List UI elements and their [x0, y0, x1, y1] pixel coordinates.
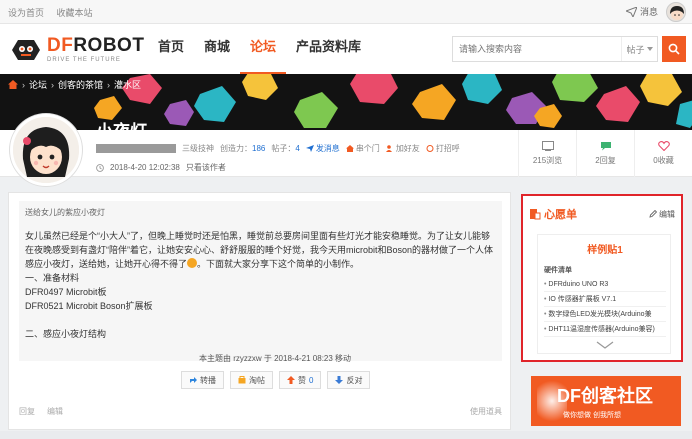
arrow-up-icon [287, 376, 295, 384]
breadcrumb-water-area[interactable]: 灌水区 [114, 78, 141, 91]
post-time: 2018-4-20 12:02:38 [110, 163, 180, 172]
user-avatar[interactable] [666, 2, 686, 22]
comment-icon [600, 142, 611, 151]
main-nav: 首页 商城 论坛 产品资料库 [148, 24, 371, 74]
wishlist-icon [530, 209, 541, 220]
post-text: 女儿虽然已经是个“小大人”了，但晚上睡觉时还是怕黑，睡觉前总要房间里面有些灯光才… [25, 231, 494, 339]
robot-logo-icon [12, 39, 40, 60]
nav-product-library[interactable]: 产品资料库 [286, 24, 371, 74]
search-button[interactable] [662, 36, 686, 62]
home-icon[interactable] [8, 80, 18, 89]
breadcrumb: › 论坛 › 创客的茶馆 › 灌水区 [8, 78, 141, 91]
collect-button[interactable]: 淘帖 [230, 371, 273, 389]
author-level: 三级技神 [182, 144, 214, 153]
girl-avatar-icon [670, 6, 684, 20]
breadcrumb-teahouse[interactable]: 创客的茶馆 [58, 78, 103, 91]
wishlist-title: 心愿单 [544, 209, 577, 221]
post-title: 小夜灯 [96, 122, 147, 141]
breadcrumb-forum[interactable]: 论坛 [29, 78, 47, 91]
promo-headline: DF创客社区 [557, 386, 653, 406]
nav-home[interactable]: 首页 [148, 24, 194, 74]
search-input[interactable] [453, 37, 621, 61]
author-meta: 三级技神 创造力：186 帖子：4 发消息 串个门 加好友 打招呼 [96, 143, 460, 154]
top-utility-bar: 设为首页 收藏本站 消息 [0, 0, 692, 24]
clock-icon [96, 163, 104, 172]
search-box: 帖子 [452, 36, 658, 62]
set-homepage-link[interactable]: 设为首页 [8, 8, 44, 18]
post-content-card: 送给女儿的紫应小夜灯 女儿虽然已经是个“小大人”了，但晚上睡觉时还是怕黑，睡觉前… [8, 192, 511, 430]
list-item[interactable]: DFRduino UNO R3 [544, 277, 666, 292]
chevron-down-icon [646, 47, 653, 51]
brand-name: DFROBOT [47, 35, 145, 56]
send-message-link[interactable]: 发消息 [305, 143, 340, 154]
house-icon [345, 145, 354, 152]
list-item[interactable]: 数字绿色LED发光模块(Arduino兼 [544, 307, 666, 322]
author-name-redacted[interactable] [96, 144, 176, 153]
add-friend-link[interactable]: 加好友 [385, 143, 420, 154]
use-tool-link[interactable]: 使用道具 [470, 406, 502, 417]
like-button[interactable]: 赞0 [279, 371, 322, 389]
post-actions: 转播 淘帖 赞0 反对 [181, 371, 371, 389]
add-user-icon [385, 145, 392, 152]
messages-label: 消息 [639, 7, 658, 17]
wishlist-edit-link[interactable]: 编辑 [649, 209, 675, 220]
bookmark-link[interactable]: 收藏本站 [57, 8, 93, 18]
pencil-icon [649, 210, 657, 218]
author-only-link[interactable]: 只看该作者 [186, 162, 226, 173]
post-time-row: 2018-4-20 12:02:38 只看该作者 [96, 162, 226, 173]
utility-links: 设为首页 收藏本站 [8, 6, 103, 19]
reply-link[interactable]: 回复 [19, 406, 35, 417]
smile-emoji-icon [187, 258, 198, 268]
posts-count: 4 [295, 144, 300, 153]
search-scope-label: 帖子 [626, 44, 645, 55]
replies-stat[interactable]: 2回复 [576, 130, 634, 177]
favorites-stat[interactable]: 0收藏 [634, 130, 692, 177]
oppose-button[interactable]: 反对 [327, 371, 371, 389]
quote-title: 送给女儿的紫应小夜灯 [25, 208, 105, 217]
hardware-list-heading: 硬件清单 [544, 267, 572, 274]
community-promo-banner[interactable]: DF创客社区 做你想做 创我所想 [531, 376, 681, 426]
nav-forum[interactable]: 论坛 [240, 24, 287, 74]
promo-tagline: 做你想做 创我所想 [563, 412, 621, 419]
move-note: 本主题由 rzyzzxw 于 2018-4-21 08:23 移动 [199, 354, 352, 363]
author-avatar[interactable] [10, 114, 82, 186]
wishlist-header: 心愿单 编辑 [529, 206, 675, 222]
bottom-strip [0, 431, 692, 439]
hardware-list: DFRduino UNO R3 IO 传感器扩展板 V7.1 数字绿色LED发光… [544, 277, 666, 337]
wishlist-subtitle[interactable]: 样例贴1 [538, 241, 672, 256]
bag-icon [238, 376, 246, 384]
wave-icon [426, 145, 434, 152]
search-icon [668, 43, 680, 55]
search-scope-select[interactable]: 帖子 [621, 37, 657, 61]
girl-avatar-icon [13, 117, 79, 183]
share-icon [190, 377, 197, 383]
wishlist-widget: 心愿单 编辑 样例贴1 硬件清单 DFRduino UNO R3 IO 传感器扩… [521, 194, 683, 362]
greet-link[interactable]: 打招呼 [426, 143, 460, 154]
heart-icon [657, 141, 670, 151]
post-footer: 回复 编辑 使用道具 [19, 406, 502, 417]
creativity-value: 186 [252, 144, 266, 153]
visit-home-link[interactable]: 串个门 [345, 143, 380, 154]
site-header: DFROBOT DRIVE THE FUTURE 首页 商城 论坛 产品资料库 … [0, 24, 692, 74]
arrow-down-icon [335, 376, 344, 384]
edit-link[interactable]: 编辑 [47, 406, 63, 417]
post-body: 送给女儿的紫应小夜灯 女儿虽然已经是个“小大人”了，但晚上睡觉时还是怕黑，睡觉前… [19, 201, 502, 363]
paper-plane-icon [625, 6, 637, 17]
views-stat: 215浏览 [518, 130, 576, 177]
post-stats: 215浏览 2回复 0收藏 [518, 130, 692, 177]
wishlist-card: 样例贴1 硬件清单 DFRduino UNO R3 IO 传感器扩展板 V7.1… [537, 234, 671, 354]
nav-mall[interactable]: 商城 [194, 24, 240, 74]
dfrobot-logo[interactable]: DFROBOT DRIVE THE FUTURE [10, 36, 144, 63]
views-icon [541, 141, 554, 151]
repost-button[interactable]: 转播 [181, 371, 224, 389]
list-item[interactable]: DHT11温湿度传感器(Arduino兼容) [544, 322, 666, 337]
list-item[interactable]: IO 传感器扩展板 V7.1 [544, 292, 666, 307]
messages-link[interactable]: 消息 [625, 5, 658, 18]
chevron-down-icon[interactable] [596, 341, 614, 349]
brand-slogan: DRIVE THE FUTURE [47, 57, 121, 63]
send-icon [305, 145, 314, 152]
